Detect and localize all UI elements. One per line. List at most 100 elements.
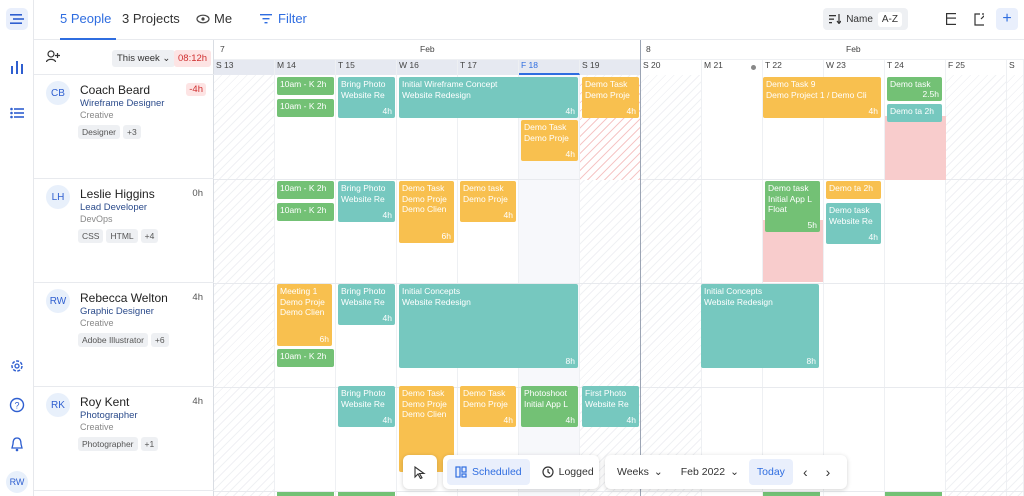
task-block[interactable]: 10am - K 2h xyxy=(277,181,334,199)
task-project: Website Re xyxy=(341,89,385,100)
task-hours: 4h xyxy=(626,414,636,425)
more-tags[interactable]: +3 xyxy=(123,125,141,139)
task-block[interactable]: First Photo Website Re 4h xyxy=(582,386,639,427)
pointer-tool-button[interactable] xyxy=(403,455,437,489)
bell-icon[interactable] xyxy=(6,433,28,455)
task-block[interactable]: Demo Task Demo Proje Demo Clien 6h xyxy=(399,181,454,243)
task-title: 10am - K 2h xyxy=(280,101,327,111)
task-project: Website Re xyxy=(341,296,385,307)
chevron-left-icon[interactable]: ‹ xyxy=(795,459,816,485)
task-title: Demo task xyxy=(768,183,809,193)
list-icon[interactable] xyxy=(6,102,28,124)
menu-icon[interactable] xyxy=(6,8,28,30)
schedule-grid: 7 Feb 8 Feb S 13 M 14 T 15 W 16 T 17 F 1… xyxy=(214,40,1024,496)
task-hours: 4h xyxy=(868,231,878,242)
people-column: This week ⌄ 08:12h CB Coach Beard Wirefr… xyxy=(34,40,214,496)
month-label: Feb xyxy=(420,44,435,54)
person-row[interactable]: RK Roy Kent Photographer Creative Photog… xyxy=(34,387,214,491)
person-row[interactable]: LH Leslie Higgins Lead Developer DevOps … xyxy=(34,179,214,283)
person-row[interactable]: CB Coach Beard Wireframe Designer Creati… xyxy=(34,75,214,179)
task-block[interactable]: Demo Task Demo Proje 4h xyxy=(582,77,639,118)
day-header: S 20 xyxy=(641,60,702,75)
person-name: Rebecca Welton xyxy=(80,291,168,305)
person-role: Graphic Designer xyxy=(80,306,154,317)
task-hours: 4h xyxy=(382,312,392,323)
settings-icon[interactable] xyxy=(6,355,28,377)
export-icon[interactable] xyxy=(968,8,990,30)
task-block[interactable]: Demo task 2.5h xyxy=(887,77,942,101)
task-title: Demo Task xyxy=(524,122,567,132)
task-block[interactable]: 10am - K 2h xyxy=(277,99,334,117)
layout-icon[interactable] xyxy=(940,8,962,30)
person-name: Roy Kent xyxy=(80,395,130,409)
add-icon[interactable]: + xyxy=(996,8,1018,30)
mode-toggle: Scheduled Logged xyxy=(443,455,599,489)
range-label: This week xyxy=(117,53,160,64)
task-block[interactable]: Meeting 1 Demo Proje Demo Clien 6h xyxy=(277,284,332,346)
scheduled-icon xyxy=(455,466,467,478)
tab-people[interactable]: 5 People xyxy=(60,11,111,26)
task-project: Demo Proje xyxy=(524,132,569,143)
task-client: Demo Clien xyxy=(402,409,447,419)
people-column-header: This week ⌄ 08:12h xyxy=(34,40,214,75)
task-project: Initial App L xyxy=(768,193,812,204)
task-project: Demo Project 1 / Demo Cli xyxy=(766,89,867,100)
task-block[interactable]: Demo Task Demo Proje 4h xyxy=(460,386,516,427)
task-block[interactable]: Demo task Demo Proje 4h xyxy=(460,181,516,222)
task-block[interactable]: 10am - K 2h xyxy=(277,203,334,221)
sort-order[interactable]: A-Z xyxy=(877,11,902,27)
capacity-badge: 08:12h xyxy=(174,50,212,67)
person-row[interactable]: RW Rebecca Welton Graphic Designer Creat… xyxy=(34,283,214,387)
task-block[interactable]: Demo ta 2h xyxy=(826,181,881,199)
task-hours: 4h xyxy=(868,105,878,116)
skill-tag: CSS xyxy=(78,229,104,243)
task-block[interactable]: 10am - K 2h xyxy=(277,349,334,367)
more-tags[interactable]: +4 xyxy=(140,229,159,243)
month-select[interactable]: Feb 2022 ⌄ xyxy=(673,459,747,485)
row-divider xyxy=(214,283,1024,284)
add-person-icon[interactable] xyxy=(45,50,60,66)
task-hours: 5h xyxy=(807,219,817,230)
sort-control[interactable]: Name A-Z xyxy=(823,8,908,30)
task-block[interactable]: Bring Photo Website Re 4h xyxy=(338,386,395,427)
task-hours: 4h xyxy=(382,414,392,425)
task-block[interactable]: Initial Wireframe Concept Website Redesig… xyxy=(399,77,578,118)
chevron-down-icon: ⌄ xyxy=(653,466,663,478)
task-block[interactable]: Bring Photo Website Re 4h xyxy=(338,284,395,325)
more-tags[interactable]: +1 xyxy=(140,437,159,451)
task-block[interactable]: 10am - K 2h xyxy=(277,77,334,95)
task-title: Bring Photo xyxy=(341,79,386,89)
task-block[interactable]: Demo Task Demo Proje 4h xyxy=(521,120,578,161)
task-block[interactable]: Initial Concepts Website Redesign 8h xyxy=(399,284,578,368)
filter-button[interactable]: Filter xyxy=(260,11,307,26)
task-block[interactable]: Demo task Website Re 4h xyxy=(826,203,881,244)
view-select[interactable]: Weeks ⌄ xyxy=(609,459,671,485)
person-name: Leslie Higgins xyxy=(80,187,155,201)
task-block[interactable]: Initial Concepts Website Redesign 8h xyxy=(701,284,819,368)
task-block[interactable]: Demo Task 9 Demo Project 1 / Demo Cli 4h xyxy=(763,77,881,118)
chart-icon[interactable] xyxy=(6,56,28,78)
scheduled-button[interactable]: Scheduled xyxy=(447,459,530,485)
more-tags[interactable]: +6 xyxy=(150,333,169,347)
today-button[interactable]: Today xyxy=(748,459,793,485)
user-avatar[interactable]: RW xyxy=(6,471,28,493)
task-block[interactable]: Demo ta 2h xyxy=(887,104,942,122)
logged-button[interactable]: Logged xyxy=(534,459,602,485)
tab-me[interactable]: Me xyxy=(196,11,232,26)
task-client: Demo Clien xyxy=(280,307,325,317)
left-rail: ? RW xyxy=(0,0,34,496)
task-block[interactable]: Bring Photo Website Re 4h xyxy=(338,77,395,118)
help-icon[interactable]: ? xyxy=(6,394,28,416)
range-select[interactable]: This week ⌄ xyxy=(112,50,176,67)
task-block[interactable]: Demo task Initial App L Float 5h xyxy=(765,181,820,232)
tab-projects[interactable]: 3 Projects xyxy=(122,11,180,26)
task-project: Demo Proje xyxy=(585,89,630,100)
task-block[interactable]: Bring Photo Website Re 4h xyxy=(338,181,395,222)
task-project: Website Redesign xyxy=(704,296,773,307)
task-project: Demo Proje xyxy=(280,296,325,307)
chevron-right-icon[interactable]: › xyxy=(818,459,839,485)
day-column xyxy=(946,75,1007,496)
cursor-icon xyxy=(414,465,426,479)
task-block[interactable]: Photoshoot Initial App L 4h xyxy=(521,386,578,427)
sort-icon xyxy=(829,14,842,24)
